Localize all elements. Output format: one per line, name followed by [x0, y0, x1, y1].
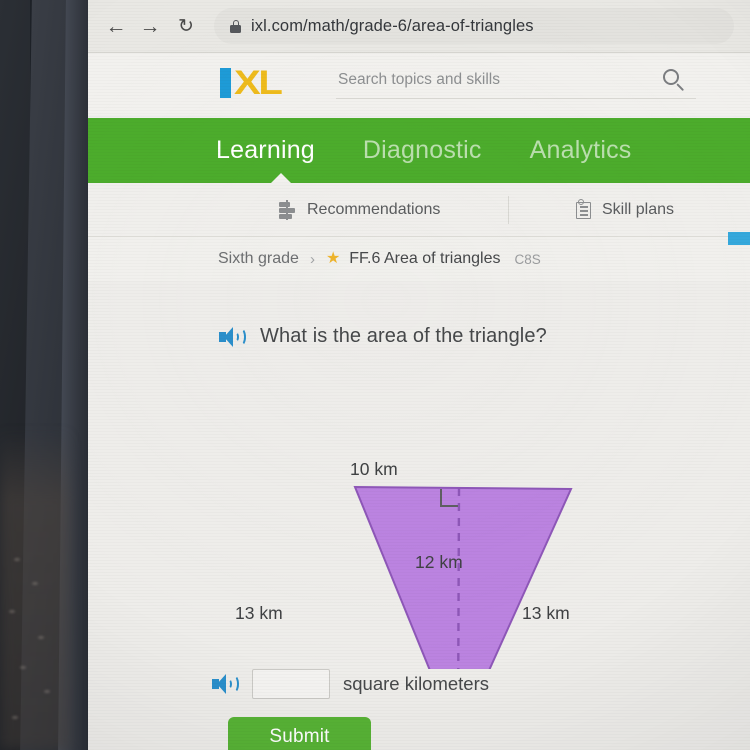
ixl-masthead: XL Search topics and skills	[88, 53, 750, 115]
subnav-divider	[508, 196, 509, 224]
star-icon[interactable]: ★	[326, 251, 340, 267]
submit-button[interactable]: Submit	[228, 717, 371, 750]
triangle-shape	[353, 485, 573, 669]
triangle-svg	[353, 485, 573, 669]
reload-icon[interactable]: ↻	[172, 12, 200, 40]
scrollbar-accent[interactable]	[728, 232, 750, 245]
skill-plans-icon	[575, 199, 593, 220]
address-bar[interactable]: ixl.com/math/grade-6/area-of-triangles	[214, 8, 734, 44]
question-text: What is the area of the triangle?	[260, 325, 547, 347]
ixl-logo[interactable]: XL	[220, 66, 283, 100]
url-text: ixl.com/math/grade-6/area-of-triangles	[251, 16, 534, 35]
search-input[interactable]: Search topics and skills	[336, 69, 696, 99]
browser-toolbar: ← → ↻ ixl.com/math/grade-6/area-of-trian…	[88, 0, 750, 53]
subnav-item-recommendations[interactable]: Recommendations	[278, 199, 441, 220]
photo-of-laptop-screen: ← → ↻ ixl.com/math/grade-6/area-of-trian…	[0, 0, 750, 750]
primary-nav: Learning Diagnostic Analytics	[88, 118, 750, 184]
answer-input[interactable]	[252, 669, 330, 699]
label-right-side: 13 km	[522, 603, 570, 623]
answer-row: square kilometers	[212, 669, 489, 699]
subnav-item-skill-plans[interactable]: Skill plans	[575, 199, 674, 220]
question-line: What is the area of the triangle?	[219, 325, 547, 348]
arrow-right-icon[interactable]: →	[136, 12, 164, 40]
breadcrumb-skill-code: C8S	[514, 251, 541, 267]
nav-tab-analytics[interactable]: Analytics	[530, 136, 632, 165]
browser-screen: ← → ↻ ixl.com/math/grade-6/area-of-trian…	[88, 0, 750, 750]
question-area: What is the area of the triangle? 10 km …	[88, 281, 750, 750]
nav-tab-learning[interactable]: Learning	[216, 136, 315, 165]
triangle-figure: 10 km 12 km 13 km 13 km	[219, 369, 639, 669]
logo-i-bar	[220, 68, 231, 98]
search-icon[interactable]	[663, 69, 687, 93]
secondary-nav: Recommendations Skill plans	[88, 183, 750, 237]
subnav-skill-plans-label: Skill plans	[602, 200, 675, 218]
recommendations-icon	[278, 199, 298, 220]
speaker-icon[interactable]	[212, 673, 239, 695]
breadcrumb-skill: FF.6 Area of triangles	[349, 250, 501, 267]
label-base: 10 km	[350, 459, 398, 479]
search-placeholder: Search topics and skills	[338, 71, 500, 88]
logo-xl-text: XL	[234, 64, 283, 102]
label-height: 12 km	[415, 552, 463, 572]
breadcrumb: Sixth grade › ★ FF.6 Area of triangles C…	[88, 237, 750, 281]
breadcrumb-grade[interactable]: Sixth grade	[218, 250, 299, 268]
answer-unit-label: square kilometers	[343, 673, 490, 694]
nav-tab-diagnostic[interactable]: Diagnostic	[363, 136, 482, 165]
speaker-icon[interactable]	[219, 326, 246, 348]
label-left-side: 13 km	[235, 603, 283, 623]
desk-specks	[0, 540, 62, 750]
arrow-left-icon[interactable]: ←	[102, 12, 130, 40]
subnav-recommendations-label: Recommendations	[307, 200, 441, 218]
lock-icon	[230, 19, 241, 33]
breadcrumb-separator: ›	[309, 250, 315, 268]
